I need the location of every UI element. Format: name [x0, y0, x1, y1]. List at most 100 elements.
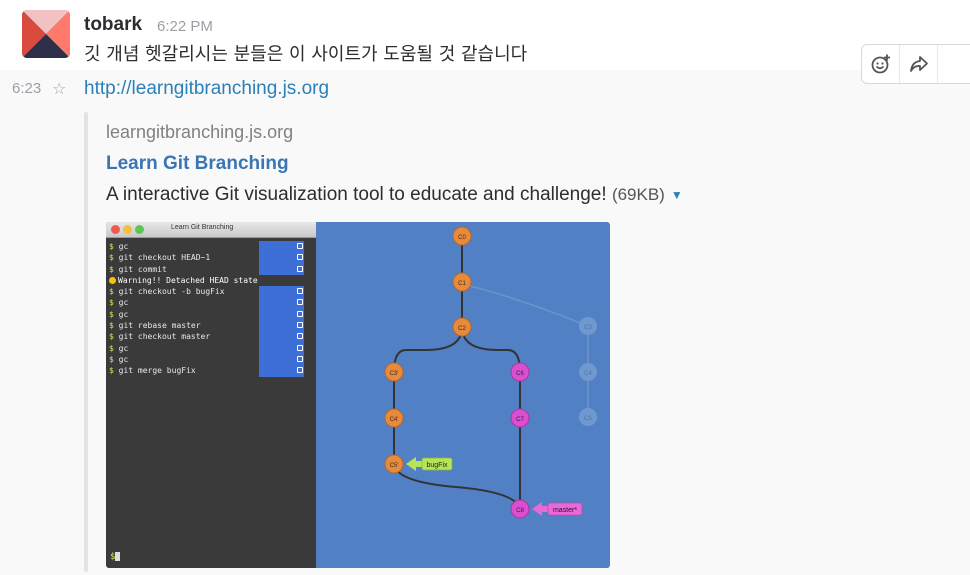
- prompt-dollar: $: [109, 343, 119, 353]
- edit-icon[interactable]: [297, 322, 303, 329]
- terminal-line-text: git checkout master: [118, 332, 211, 342]
- svg-text:C8: C8: [516, 508, 524, 514]
- star-icon[interactable]: ☆: [52, 79, 66, 99]
- edit-icon[interactable]: [297, 333, 303, 340]
- commit-c3-prime: C3': [384, 362, 404, 382]
- svg-text:C0: C0: [458, 235, 466, 241]
- edit-icon[interactable]: [297, 288, 303, 295]
- username[interactable]: tobark: [84, 14, 142, 36]
- commit-c4-prime: C4': [384, 408, 404, 428]
- terminal-line-text: git checkout HEAD~1: [118, 253, 211, 263]
- commit-c1: C1: [452, 272, 472, 292]
- terminal-warning-line: Warning!! Detached HEAD state: [109, 275, 309, 286]
- terminal-line-text: gc: [118, 298, 129, 308]
- commit-c6: C6: [510, 362, 530, 382]
- git-graph: C3 C4 C5 C0 C1 C2 C3' C4' C5' C6 C7 C8 b…: [316, 222, 610, 568]
- edge-c2-c3p: [393, 326, 463, 373]
- commit-c8: C8: [510, 499, 530, 519]
- edge-c5p-c8: [393, 463, 521, 510]
- commit-c4-ghost: C4: [579, 363, 597, 381]
- terminal-panel: Learn Git Branching $ gc $ git checkout H…: [106, 222, 316, 568]
- terminal-command-line: $ gc: [109, 308, 309, 321]
- edit-icon[interactable]: [297, 344, 303, 351]
- attachment-title[interactable]: Learn Git Branching: [106, 153, 289, 175]
- edit-icon[interactable]: [297, 299, 303, 306]
- terminal-line-text: gc: [118, 343, 129, 353]
- terminal-prompt: $: [110, 552, 121, 562]
- commit-c5-ghost: C5: [579, 408, 597, 426]
- edit-icon[interactable]: [297, 243, 303, 249]
- prompt-dollar: $: [109, 332, 119, 342]
- message-text: 깃 개념 헷갈리시는 분들은 이 사이트가 도움될 것 같습니다: [84, 44, 528, 65]
- attachment-bar: [84, 112, 88, 572]
- svg-text:C3': C3': [390, 371, 399, 377]
- share-button[interactable]: [900, 45, 938, 83]
- avatar[interactable]: [22, 10, 70, 58]
- terminal-command-line: $ git merge bugFix: [109, 365, 309, 377]
- edit-icon[interactable]: [297, 265, 303, 272]
- prompt-dollar: $: [109, 354, 119, 364]
- edge-c2-c6: [461, 326, 521, 373]
- terminal-command-line: $ git checkout HEAD~1: [109, 252, 309, 264]
- collapse-caret-icon[interactable]: ▼: [671, 188, 683, 202]
- close-dot-icon: [111, 225, 120, 234]
- terminal-command-line: $ git rebase master: [109, 320, 309, 332]
- attachment-preview-image[interactable]: Learn Git Branching $ gc $ git checkout H…: [106, 222, 610, 568]
- more-actions-button[interactable]: [938, 45, 970, 83]
- prompt-dollar: $: [109, 366, 119, 376]
- edit-icon[interactable]: [297, 355, 303, 362]
- attachment-site-name: learngitbranching.js.org: [106, 122, 294, 142]
- prompt-dollar: $: [109, 264, 119, 274]
- terminal-titlebar: Learn Git Branching: [106, 222, 316, 238]
- terminal-line-text: git rebase master: [118, 321, 201, 331]
- terminal-line-text: git commit: [118, 264, 167, 274]
- commit-c5-prime: C5': [384, 454, 404, 474]
- svg-text:C4': C4': [390, 417, 399, 423]
- prompt-dollar: $: [109, 287, 119, 297]
- terminal-title: Learn Git Branching: [171, 224, 234, 231]
- commit-c2: C2: [452, 317, 472, 337]
- message-link[interactable]: http://learngitbranching.js.org: [84, 78, 329, 100]
- attachment-description: A interactive Git visualization tool to …: [106, 184, 683, 206]
- terminal-cursor: [115, 552, 121, 561]
- prompt-dollar: $: [109, 253, 119, 263]
- warning-icon: [109, 276, 116, 284]
- maximize-dot-icon: [135, 225, 144, 234]
- edit-icon[interactable]: [297, 254, 303, 261]
- svg-text:C1: C1: [458, 281, 466, 287]
- terminal-command-line: $ git checkout -b bugFix: [109, 286, 309, 298]
- prompt-dollar: $: [109, 242, 119, 251]
- followup-timestamp[interactable]: 6:23: [12, 80, 41, 97]
- commit-c0: C0: [452, 226, 472, 246]
- branch-label-bugfix: bugFix: [406, 457, 453, 471]
- terminal-command-line: $ gc: [109, 353, 309, 366]
- edit-icon[interactable]: [297, 367, 303, 374]
- share-icon: [909, 56, 928, 72]
- terminal-line-text: gc: [118, 354, 129, 364]
- commit-c3-ghost: C3: [579, 317, 597, 335]
- attachment-description-text: A interactive Git visualization tool to …: [106, 184, 607, 205]
- edit-icon[interactable]: [297, 310, 303, 317]
- prompt-dollar: $: [109, 321, 119, 331]
- attachment-size: (69KB): [611, 185, 665, 204]
- terminal-command-line: $ git checkout master: [109, 331, 309, 343]
- ghost-branch-edge: [461, 283, 589, 417]
- message-timestamp[interactable]: 6:22 PM: [157, 18, 213, 35]
- terminal-command-line: $ gc: [109, 241, 309, 253]
- terminal-line-text: gc: [118, 309, 129, 319]
- svg-text:C5': C5': [390, 463, 399, 469]
- svg-text:C6: C6: [516, 371, 524, 377]
- terminal-line-text: Warning!! Detached HEAD state: [118, 275, 258, 285]
- terminal-line-text: git merge bugFix: [118, 366, 196, 376]
- svg-text:C7: C7: [516, 417, 524, 423]
- minimize-dot-icon: [123, 225, 132, 234]
- svg-text:master*: master*: [553, 507, 577, 514]
- svg-text:C3: C3: [584, 325, 592, 331]
- svg-text:C5: C5: [584, 416, 592, 422]
- add-reaction-icon: [871, 54, 890, 74]
- terminal-line-text: git checkout -b bugFix: [118, 287, 225, 297]
- terminal-command-line: $ git commit: [109, 263, 309, 275]
- terminal-line-text: gc: [118, 242, 129, 251]
- terminal-command-line: $ gc: [109, 342, 309, 354]
- add-reaction-button[interactable]: [862, 45, 900, 83]
